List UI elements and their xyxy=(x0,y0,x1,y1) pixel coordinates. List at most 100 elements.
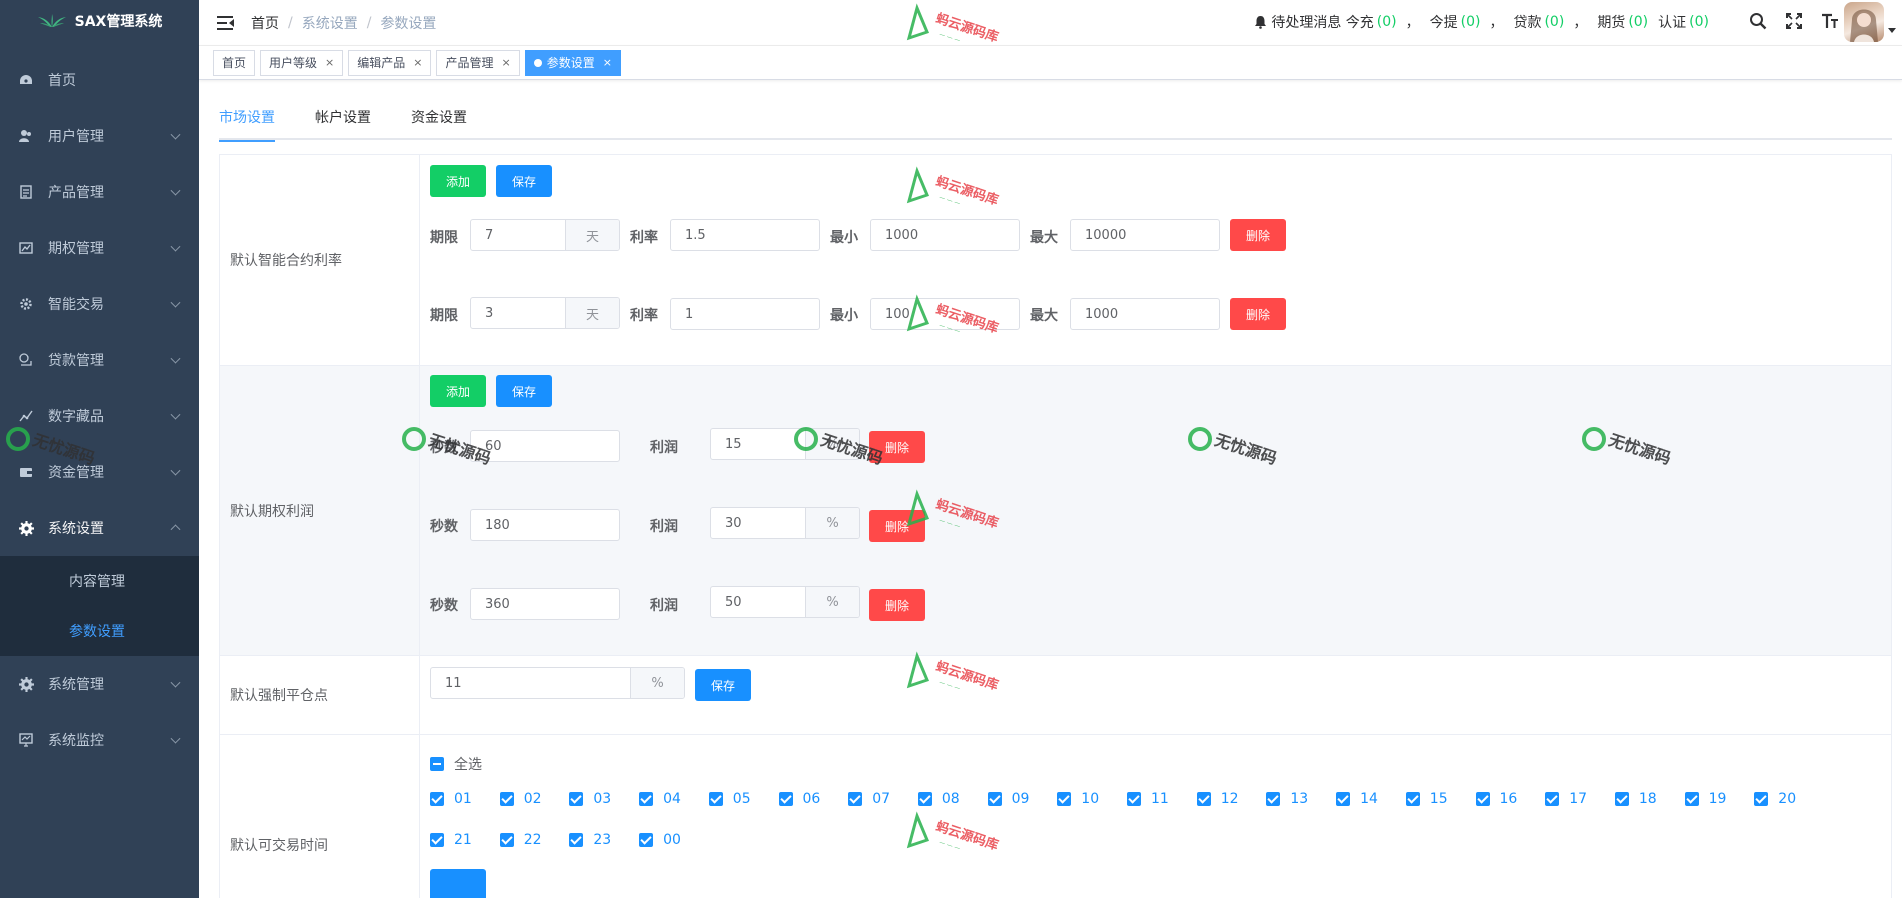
hour-label: 13 xyxy=(1290,791,1309,807)
hour-checkbox[interactable]: 11 xyxy=(1127,791,1169,807)
hour-checkbox[interactable]: 14 xyxy=(1336,791,1378,807)
sidebar-item-loans[interactable]: 贷款管理 xyxy=(0,332,199,388)
hour-checkbox[interactable]: 23 xyxy=(569,832,611,848)
hour-checkbox[interactable]: 09 xyxy=(987,791,1029,807)
save-button[interactable]: 保存 xyxy=(496,165,552,197)
sidebar-item-funds[interactable]: 资金管理 xyxy=(0,444,199,500)
liquidation-input[interactable]: 11% xyxy=(430,667,685,699)
fullscreen-icon[interactable] xyxy=(1782,9,1806,33)
notify-label: 待处理消息 今充 xyxy=(1271,15,1374,31)
tag-product-manage[interactable]: 产品管理 × xyxy=(436,49,520,76)
close-icon[interactable]: × xyxy=(413,56,422,69)
row-smart-contract-rate: 默认智能合约利率 添加 保存 期限 7天 利率 1.5 最小 1000 最大 1… xyxy=(220,155,1891,366)
hour-label: 15 xyxy=(1429,791,1448,807)
hour-checkbox[interactable]: 16 xyxy=(1475,791,1517,807)
hour-checkbox[interactable]: 18 xyxy=(1614,791,1657,807)
hour-checkbox[interactable]: 21 xyxy=(430,832,472,848)
period-input[interactable]: 3天 xyxy=(470,297,620,329)
hour-checkbox[interactable]: 22 xyxy=(499,832,542,848)
tag-params[interactable]: 参数设置 × xyxy=(524,49,621,76)
hour-checkbox[interactable]: 15 xyxy=(1405,791,1448,807)
hour-checkbox[interactable]: 04 xyxy=(639,791,681,807)
chevron-down-icon xyxy=(170,129,181,140)
sidebar-item-nft[interactable]: 数字藏品 xyxy=(0,388,199,444)
sidebar-item-products[interactable]: 产品管理 xyxy=(0,164,199,220)
font-size-icon[interactable] xyxy=(1818,9,1842,33)
sidebar-subitem-params[interactable]: 参数设置 xyxy=(0,606,199,656)
delete-button[interactable]: 删除 xyxy=(1230,298,1286,330)
min-input[interactable]: 1000 xyxy=(870,219,1020,251)
min-label: 最小 xyxy=(830,230,858,246)
sidebar-item-users[interactable]: 用户管理 xyxy=(0,108,199,164)
hour-checkbox[interactable]: 00 xyxy=(639,832,681,848)
caret-down-icon[interactable] xyxy=(1888,28,1896,33)
hour-checkbox[interactable]: 06 xyxy=(778,791,820,807)
tab-account[interactable]: 帐户设置 xyxy=(315,96,371,140)
tag-home[interactable]: 首页 xyxy=(213,49,256,76)
delete-button[interactable]: 删除 xyxy=(1230,219,1286,251)
hour-checkbox[interactable]: 20 xyxy=(1754,791,1796,807)
hamburger-icon[interactable] xyxy=(217,15,234,30)
hour-checkbox[interactable]: 10 xyxy=(1057,791,1099,807)
hour-checkbox[interactable]: 07 xyxy=(848,791,890,807)
close-icon[interactable]: × xyxy=(502,56,511,69)
hour-label: 19 xyxy=(1708,791,1727,807)
row-label: 默认强制平仓点 xyxy=(220,656,420,734)
add-button[interactable]: 添加 xyxy=(430,165,486,197)
hours-save-button[interactable] xyxy=(430,869,486,898)
seconds-input[interactable]: 180 xyxy=(470,509,620,541)
seconds-input[interactable]: 60 xyxy=(470,430,620,462)
rate-input[interactable]: 1 xyxy=(670,298,820,330)
hour-checkbox[interactable]: 17 xyxy=(1545,791,1587,807)
sidebar-item-options[interactable]: 期权管理 xyxy=(0,220,199,276)
add-button[interactable]: 添加 xyxy=(430,375,486,407)
checkbox-checked-icon xyxy=(1127,792,1141,806)
search-icon[interactable] xyxy=(1746,9,1770,33)
notify-count-verify[interactable]: (0) xyxy=(1689,14,1709,30)
tag-user-level[interactable]: 用户等级 × xyxy=(260,49,344,76)
period-input[interactable]: 7天 xyxy=(470,219,620,251)
notify-count-futures[interactable]: (0) xyxy=(1628,14,1648,30)
breadcrumb-item-home[interactable]: 首页 xyxy=(251,13,279,33)
profit-input[interactable]: 50% xyxy=(710,586,860,618)
sidebar-item-label: 系统管理 xyxy=(48,677,104,693)
seconds-input[interactable]: 360 xyxy=(470,588,620,620)
select-all-checkbox[interactable]: 全选 xyxy=(430,754,482,774)
notify-count-loan[interactable]: (0) xyxy=(1544,14,1564,30)
delete-button[interactable]: 删除 xyxy=(869,431,925,463)
sidebar-item-home[interactable]: 首页 xyxy=(0,52,199,108)
checkbox-checked-icon xyxy=(1057,792,1072,806)
hour-checkbox[interactable]: 12 xyxy=(1196,791,1239,807)
rate-input[interactable]: 1.5 xyxy=(670,219,820,251)
hour-checkbox[interactable]: 19 xyxy=(1684,791,1727,807)
hour-checkbox[interactable]: 02 xyxy=(499,791,542,807)
avatar[interactable] xyxy=(1844,2,1884,42)
notify-count-recharge[interactable]: (0) xyxy=(1377,14,1397,30)
profit-input[interactable]: 15% xyxy=(710,428,860,460)
close-icon[interactable]: × xyxy=(325,56,334,69)
sidebar-item-system-settings[interactable]: 系统设置 xyxy=(0,500,199,556)
hour-checkbox[interactable]: 08 xyxy=(917,791,960,807)
delete-button[interactable]: 删除 xyxy=(869,589,925,621)
hour-checkbox[interactable]: 13 xyxy=(1266,791,1308,807)
max-input[interactable]: 10000 xyxy=(1070,219,1220,251)
sidebar-item-system-manage[interactable]: 系统管理 xyxy=(0,656,199,712)
checkbox-checked-icon xyxy=(569,792,584,806)
delete-button[interactable]: 删除 xyxy=(869,510,925,542)
sidebar-item-system-monitor[interactable]: 系统监控 xyxy=(0,712,199,768)
profit-input[interactable]: 30% xyxy=(710,507,860,539)
hour-checkbox[interactable]: 01 xyxy=(430,791,472,807)
min-input[interactable]: 100 xyxy=(870,298,1020,330)
save-button[interactable]: 保存 xyxy=(695,669,751,701)
tab-market[interactable]: 市场设置 xyxy=(219,96,275,142)
tab-funds[interactable]: 资金设置 xyxy=(411,96,467,140)
notify-count-withdraw[interactable]: (0) xyxy=(1461,14,1481,30)
hour-checkbox[interactable]: 03 xyxy=(569,791,611,807)
sidebar-item-smart-trade[interactable]: 智能交易 xyxy=(0,276,199,332)
save-button[interactable]: 保存 xyxy=(496,375,552,407)
sidebar-subitem-content[interactable]: 内容管理 xyxy=(0,556,199,606)
hour-checkbox[interactable]: 05 xyxy=(708,791,751,807)
tag-edit-product[interactable]: 编辑产品 × xyxy=(348,49,432,76)
max-input[interactable]: 1000 xyxy=(1070,298,1220,330)
close-icon[interactable]: × xyxy=(603,56,612,69)
